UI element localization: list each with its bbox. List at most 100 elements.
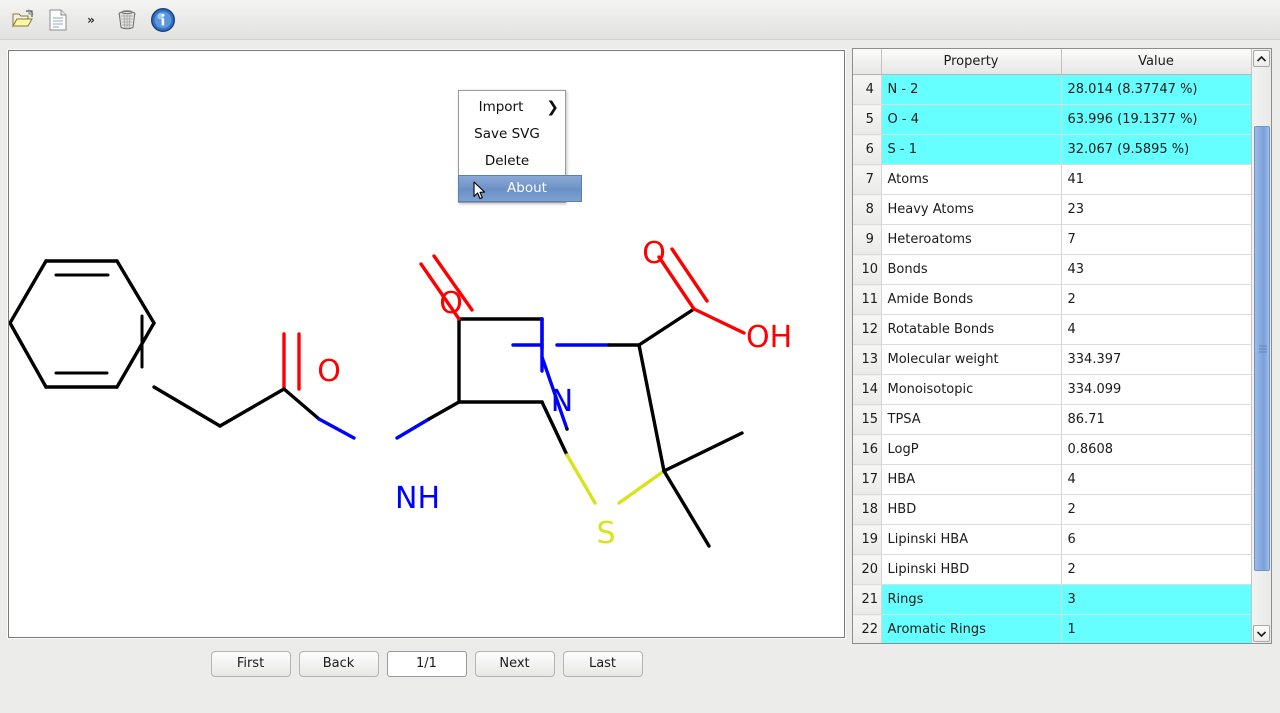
table-row[interactable]: 15 TPSA 86.71 [853, 404, 1251, 435]
property-name-cell[interactable]: O - 4 [881, 104, 1062, 135]
property-name-cell[interactable]: TPSA [881, 404, 1062, 435]
property-value-cell[interactable]: 23 [1061, 194, 1251, 225]
context-menu[interactable]: Import ❯ Save SVG Delete About [458, 90, 582, 203]
back-button[interactable]: Back [298, 651, 379, 677]
scrollbar-thumb[interactable] [1254, 126, 1270, 571]
property-name-cell[interactable]: HBA [881, 464, 1062, 495]
info-button[interactable] [148, 5, 178, 35]
column-header-rownum[interactable] [853, 49, 882, 75]
page-navigation-bar: First Back 1/1 Next Last [0, 645, 853, 683]
property-name-cell[interactable]: LogP [881, 434, 1062, 465]
property-value-cell[interactable]: 0.8608 [1061, 434, 1251, 465]
property-value-cell[interactable]: 4 [1061, 314, 1251, 345]
table-row[interactable]: 22 Aromatic Rings 1 [853, 614, 1251, 643]
row-number-cell: 8 [853, 194, 882, 225]
page-indicator-field[interactable]: 1/1 [386, 651, 467, 677]
property-value-cell[interactable]: 334.397 [1061, 344, 1251, 375]
row-number-cell: 9 [853, 224, 882, 255]
property-table-panel: Property Value 4N - 2 28.014 (8.37747 %) 5… [852, 48, 1272, 644]
table-row[interactable]: 8 Heavy Atoms 23 [853, 194, 1251, 225]
property-name-cell[interactable]: S - 1 [881, 134, 1062, 165]
property-name-cell[interactable]: Lipinski HBD [881, 554, 1062, 585]
property-value-cell[interactable]: 63.996 (19.1377 %) [1061, 104, 1251, 135]
next-button[interactable]: Next [474, 651, 555, 677]
menu-item-delete[interactable]: Delete [459, 148, 565, 175]
property-value-cell[interactable]: 2 [1061, 554, 1251, 585]
table-row[interactable]: 4N - 2 28.014 (8.37747 %) [853, 74, 1251, 105]
row-number-cell: 5 [853, 104, 882, 135]
table-row[interactable]: 18 HBD 2 [853, 494, 1251, 525]
table-row[interactable]: 11 Amide Bonds 2 [853, 284, 1251, 315]
table-row[interactable]: 7 Atoms 41 [853, 164, 1251, 195]
property-name-cell[interactable]: Monoisotopic [881, 374, 1062, 405]
row-number-cell: 13 [853, 344, 882, 375]
property-value-cell[interactable]: 2 [1061, 284, 1251, 315]
property-name-cell[interactable]: Molecular weight [881, 344, 1062, 375]
property-name-cell[interactable]: Amide Bonds [881, 284, 1062, 315]
property-name-cell[interactable]: N - 2 [881, 74, 1062, 105]
property-value-cell[interactable]: 41 [1061, 164, 1251, 195]
scroll-up-arrow-icon[interactable] [1253, 50, 1270, 67]
property-value-cell[interactable]: 28.014 (8.37747 %) [1061, 74, 1251, 105]
property-value-cell[interactable]: 43 [1061, 254, 1251, 285]
first-button[interactable]: First [210, 651, 291, 677]
row-number-cell: 16 [853, 434, 882, 465]
menu-item-about[interactable]: About [458, 175, 582, 202]
last-button[interactable]: Last [562, 651, 643, 677]
table-vertical-scrollbar[interactable] [1251, 49, 1271, 643]
property-value-cell[interactable]: 2 [1061, 494, 1251, 525]
menu-item-about-label: About [507, 180, 547, 196]
table-row[interactable]: 20 Lipinski HBD 2 [853, 554, 1251, 585]
scrollbar-grip-icon [1259, 345, 1267, 352]
property-value-cell[interactable]: 7 [1061, 224, 1251, 255]
property-name-cell[interactable]: Bonds [881, 254, 1062, 285]
property-value-cell[interactable]: 86.71 [1061, 404, 1251, 435]
row-number-cell: 12 [853, 314, 882, 345]
table-row[interactable]: 19 Lipinski HBA 6 [853, 524, 1251, 555]
trash-icon [118, 10, 136, 30]
table-row[interactable]: 5O - 4 63.996 (19.1377 %) [853, 104, 1251, 135]
open-folder-button[interactable] [8, 5, 38, 35]
table-row[interactable]: 9 Heteroatoms 7 [853, 224, 1251, 255]
property-table-scroll-area: Property Value 4N - 2 28.014 (8.37747 %) 5… [853, 49, 1251, 643]
overflow-chevron-icon[interactable]: » [78, 10, 104, 30]
table-row[interactable]: 10 Bonds 43 [853, 254, 1251, 285]
property-name-cell[interactable]: Lipinski HBA [881, 524, 1062, 555]
property-value-cell[interactable]: 3 [1061, 584, 1251, 615]
table-row[interactable]: 14 Monoisotopic 334.099 [853, 374, 1251, 405]
property-name-cell[interactable]: Rings [881, 584, 1062, 615]
property-name-cell[interactable]: Heteroatoms [881, 224, 1062, 255]
menu-item-save-svg[interactable]: Save SVG [459, 121, 565, 148]
column-header-property[interactable]: Property [881, 49, 1062, 75]
property-value-cell[interactable]: 32.067 (9.5895 %) [1061, 134, 1251, 165]
scroll-down-arrow-icon[interactable] [1253, 625, 1270, 642]
atom-label-nh: NH [395, 481, 440, 516]
row-number-cell: 21 [853, 584, 882, 615]
document-button[interactable] [43, 5, 73, 35]
column-header-value[interactable]: Value [1061, 49, 1251, 75]
property-value-cell[interactable]: 1 [1061, 614, 1251, 643]
table-row[interactable]: 6S - 1 32.067 (9.5895 %) [853, 134, 1251, 165]
row-number-cell: 11 [853, 284, 882, 315]
table-row[interactable]: 16 LogP 0.8608 [853, 434, 1251, 465]
property-name-cell[interactable]: HBD [881, 494, 1062, 525]
property-name-cell[interactable]: Heavy Atoms [881, 194, 1062, 225]
trash-button[interactable] [112, 5, 142, 35]
property-name-cell[interactable]: Aromatic Rings [881, 614, 1062, 643]
table-row[interactable]: 13 Molecular weight 334.397 [853, 344, 1251, 375]
property-name-cell[interactable]: Rotatable Bonds [881, 314, 1062, 345]
table-row[interactable]: 17 HBA 4 [853, 464, 1251, 495]
row-number-cell: 18 [853, 494, 882, 525]
table-row[interactable]: 12 Rotatable Bonds 4 [853, 314, 1251, 345]
row-number-cell: 14 [853, 374, 882, 405]
menu-item-import[interactable]: Import ❯ [459, 94, 565, 121]
table-row[interactable]: 21 Rings 3 [853, 584, 1251, 615]
structure-canvas[interactable]: O NH O N O OH S [8, 50, 845, 638]
property-value-cell[interactable]: 6 [1061, 524, 1251, 555]
property-value-cell[interactable]: 4 [1061, 464, 1251, 495]
property-name-cell[interactable]: Atoms [881, 164, 1062, 195]
mouse-cursor-icon [473, 181, 486, 200]
menu-item-import-label: Import [478, 99, 524, 115]
property-value-cell[interactable]: 334.099 [1061, 374, 1251, 405]
penicillin-g-structure-drawing: O NH O N O OH S [9, 236, 792, 551]
